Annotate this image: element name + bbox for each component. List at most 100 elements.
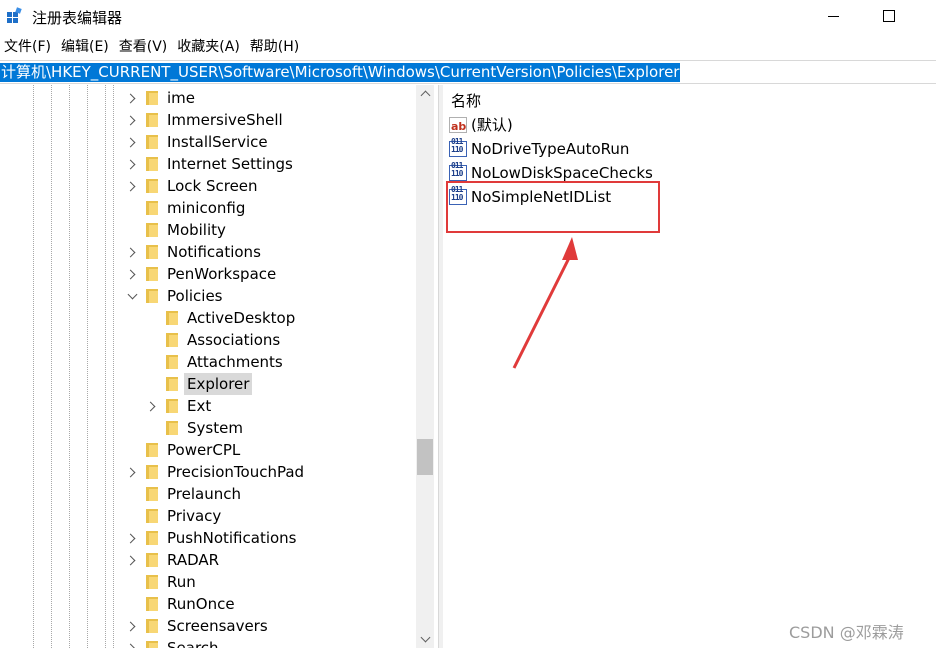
tree-node-label: Run: [167, 573, 196, 591]
tree-node-label: miniconfig: [167, 199, 246, 217]
tree-node[interactable]: Associations: [0, 329, 416, 351]
tree-node-label: Associations: [187, 331, 281, 349]
folder-icon: [146, 575, 158, 589]
tree-node[interactable]: RADAR: [0, 549, 416, 571]
tree-node[interactable]: Prelaunch: [0, 483, 416, 505]
tree-node[interactable]: Run: [0, 571, 416, 593]
chevron-down-icon[interactable]: [127, 285, 137, 307]
tree-scrollbar[interactable]: [416, 85, 434, 648]
tree-node-label: Attachments: [187, 353, 283, 371]
tree-node-label: PenWorkspace: [167, 265, 277, 283]
binary-value-icon: 011 110: [449, 162, 467, 181]
folder-icon: [146, 267, 158, 281]
tree-node[interactable]: Internet Settings: [0, 153, 416, 175]
tree-node-label: RunOnce: [167, 595, 235, 613]
folder-icon: [146, 487, 158, 501]
tree-node[interactable]: Explorer: [0, 373, 416, 395]
tree-node[interactable]: ActiveDesktop: [0, 307, 416, 329]
folder-icon: [146, 201, 158, 215]
tree-node[interactable]: Privacy: [0, 505, 416, 527]
tree-node[interactable]: PenWorkspace: [0, 263, 416, 285]
tree-node-label: System: [187, 419, 243, 437]
tree-node-label: PowerCPL: [167, 441, 241, 459]
tree-node[interactable]: RunOnce: [0, 593, 416, 615]
tree-node[interactable]: Lock Screen: [0, 175, 416, 197]
folder-icon: [146, 619, 158, 633]
folder-icon: [146, 135, 158, 149]
menu-edit[interactable]: 编辑(E): [57, 36, 115, 58]
tree-node[interactable]: Ext: [0, 395, 416, 417]
chevron-right-icon[interactable]: [127, 153, 137, 175]
scroll-down-arrow-icon[interactable]: [416, 631, 434, 648]
chevron-right-icon[interactable]: [127, 131, 137, 153]
tree-node-label: Screensavers: [167, 617, 268, 635]
tree-node-label: Privacy: [167, 507, 222, 525]
maximize-button[interactable]: [866, 0, 912, 32]
chevron-right-icon[interactable]: [127, 175, 137, 197]
tree-node[interactable]: Search: [0, 637, 416, 648]
tree-node-label: InstallService: [167, 133, 268, 151]
chevron-right-icon[interactable]: [127, 615, 137, 637]
binary-value-icon: 011 110: [449, 138, 467, 157]
menu-favorites[interactable]: 收藏夹(A): [173, 36, 246, 58]
tree-node[interactable]: ImmersiveShell: [0, 109, 416, 131]
tree-node[interactable]: InstallService: [0, 131, 416, 153]
menu-help[interactable]: 帮助(H): [246, 36, 305, 58]
tree-node-label: Lock Screen: [167, 177, 258, 195]
folder-icon: [146, 443, 158, 457]
tree-node[interactable]: miniconfig: [0, 197, 416, 219]
chevron-right-icon[interactable]: [127, 461, 137, 483]
tree-node[interactable]: ime: [0, 87, 416, 109]
tree-node[interactable]: PowerCPL: [0, 439, 416, 461]
tree-node[interactable]: PrecisionTouchPad: [0, 461, 416, 483]
scroll-thumb[interactable]: [417, 439, 433, 475]
column-header-name[interactable]: 名称: [451, 90, 481, 111]
folder-icon: [146, 553, 158, 567]
tree-node[interactable]: Mobility: [0, 219, 416, 241]
chevron-right-icon[interactable]: [127, 549, 137, 571]
tree-node[interactable]: Policies: [0, 285, 416, 307]
chevron-right-icon[interactable]: [127, 87, 137, 109]
chevron-right-icon[interactable]: [127, 241, 137, 263]
folder-icon: [146, 641, 158, 648]
tree-node[interactable]: Attachments: [0, 351, 416, 373]
chevron-right-icon[interactable]: [127, 637, 137, 648]
chevron-right-icon[interactable]: [127, 527, 137, 549]
string-value-icon: ab: [449, 117, 467, 133]
tree-node-label: Policies: [167, 287, 223, 305]
watermark: CSDN @邓霖涛: [789, 623, 904, 642]
tree-node-label: RADAR: [167, 551, 220, 569]
folder-icon: [166, 333, 178, 347]
value-name: NoDriveTypeAutoRun: [471, 140, 630, 158]
tree-node-label: Prelaunch: [167, 485, 241, 503]
tree-node-label: Mobility: [167, 221, 226, 239]
chevron-right-icon[interactable]: [147, 395, 157, 417]
address-bar[interactable]: 计算机\HKEY_CURRENT_USER\Software\Microsoft…: [0, 60, 936, 84]
registry-tree[interactable]: ime ImmersiveShell InstallService Internet …: [0, 85, 416, 648]
chevron-right-icon[interactable]: [127, 109, 137, 131]
menu-view[interactable]: 查看(V): [115, 36, 174, 58]
menu-bar: 文件(F) 编辑(E) 查看(V) 收藏夹(A) 帮助(H): [0, 36, 305, 58]
tree-node-label: Ext: [187, 397, 212, 415]
tree-node[interactable]: System: [0, 417, 416, 439]
folder-icon: [166, 399, 178, 413]
tree-node-label: Internet Settings: [167, 155, 293, 173]
menu-file[interactable]: 文件(F): [0, 36, 57, 58]
tree-node-label: Notifications: [167, 243, 261, 261]
folder-icon: [146, 179, 158, 193]
value-name: (默认): [471, 116, 513, 134]
tree-node[interactable]: Notifications: [0, 241, 416, 263]
folder-icon: [166, 355, 178, 369]
tree-node-label: Explorer: [184, 373, 253, 395]
scroll-up-arrow-icon[interactable]: [416, 85, 434, 102]
folder-icon: [146, 289, 158, 303]
folder-icon: [146, 531, 158, 545]
chevron-right-icon[interactable]: [127, 263, 137, 285]
address-path[interactable]: 计算机\HKEY_CURRENT_USER\Software\Microsoft…: [0, 63, 681, 82]
tree-node[interactable]: PushNotifications: [0, 527, 416, 549]
tree-node-label: ActiveDesktop: [187, 309, 296, 327]
annotation-highlight-box: [446, 181, 660, 233]
minimize-button[interactable]: [810, 0, 856, 32]
folder-icon: [146, 157, 158, 171]
tree-node[interactable]: Screensavers: [0, 615, 416, 637]
